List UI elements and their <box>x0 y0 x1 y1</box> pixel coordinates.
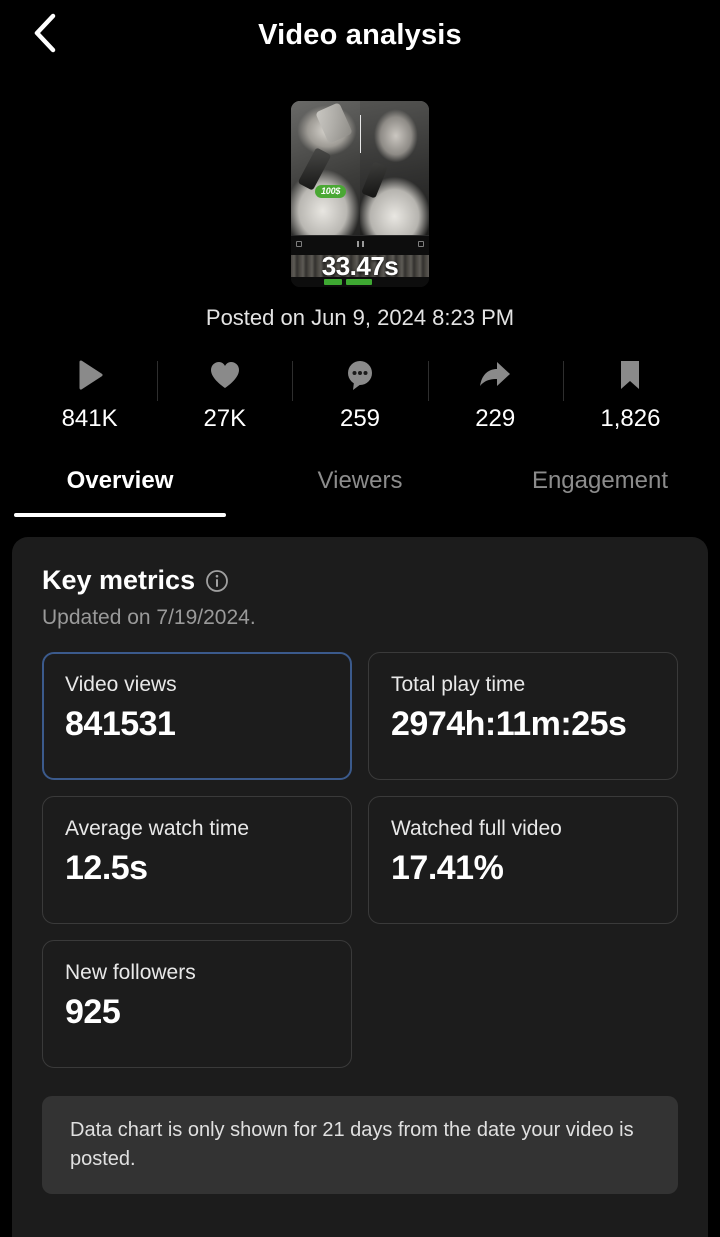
overview-panel: Key metrics Updated on 7/19/2024. Video … <box>12 537 708 1237</box>
stat-value: 259 <box>339 405 381 432</box>
metric-card-watched-full-video[interactable]: Watched full video 17.41% <box>368 796 678 924</box>
video-analysis-screen: Video analysis 100$ 33.47s Posted on Jun… <box>0 0 720 1237</box>
metric-label: Total play time <box>391 673 526 696</box>
page-title: Video analysis <box>258 18 462 51</box>
video-thumbnail-container: 100$ 33.47s <box>0 101 720 287</box>
metric-card-average-watch-time[interactable]: Average watch time 12.5s <box>42 796 352 924</box>
tab-overview[interactable]: Overview <box>0 461 240 527</box>
metric-label: Video views <box>65 673 177 696</box>
metric-label: Watched full video <box>391 817 562 840</box>
heart-icon <box>209 357 241 393</box>
stat-value: 1,826 <box>600 405 661 432</box>
chevron-left-icon <box>32 12 58 54</box>
stat-value: 841K <box>61 405 118 432</box>
metric-value: 12.5s <box>65 849 148 887</box>
metric-label: New followers <box>65 961 196 984</box>
share-icon <box>478 357 512 393</box>
play-icon <box>75 357 105 393</box>
metric-value: 2974h:11m:25s <box>391 705 627 743</box>
engagement-stats-row: 841K 27K 259 229 1,826 <box>0 357 720 433</box>
tab-label: Overview <box>66 467 174 494</box>
metric-card-new-followers[interactable]: New followers 925 <box>42 940 352 1068</box>
stat-likes[interactable]: 27K <box>157 357 292 433</box>
tab-label: Viewers <box>317 467 403 494</box>
back-button[interactable] <box>18 6 72 60</box>
updated-date: Updated on 7/19/2024. <box>42 606 256 629</box>
app-header: Video analysis <box>0 0 720 70</box>
editor-toolbar <box>291 239 429 250</box>
pause-icon <box>356 241 364 248</box>
video-thumbnail[interactable]: 100$ 33.47s <box>291 101 429 287</box>
posted-timestamp: Posted on Jun 9, 2024 8:23 PM <box>205 305 515 330</box>
video-duration: 33.47s <box>321 251 399 281</box>
thumbnail-pane-right <box>360 101 429 235</box>
price-badge: 100$ <box>315 185 347 198</box>
bookmark-icon <box>618 357 642 393</box>
metric-value: 17.41% <box>391 849 504 887</box>
metric-value: 925 <box>65 993 121 1031</box>
comment-icon <box>344 357 376 393</box>
metric-card-video-views[interactable]: Video views 841531 <box>42 652 352 780</box>
tab-label: Engagement <box>531 467 669 494</box>
metric-label: Average watch time <box>65 817 250 840</box>
key-metrics-header: Key metrics <box>42 565 678 596</box>
tab-engagement[interactable]: Engagement <box>480 461 720 527</box>
section-title: Key metrics <box>42 565 196 595</box>
metric-card-total-play-time[interactable]: Total play time 2974h:11m:25s <box>368 652 678 780</box>
stat-value: 229 <box>475 405 516 432</box>
fullscreen-icon <box>418 241 424 248</box>
analytics-tabs: Overview Viewers Engagement <box>0 461 720 527</box>
metric-cards-grid: Video views 841531 Total play time 2974h… <box>42 652 678 1068</box>
stat-comments[interactable]: 259 <box>292 357 427 433</box>
stat-saves[interactable]: 1,826 <box>562 357 698 433</box>
data-chart-note: Data chart is only shown for 21 days fro… <box>42 1096 678 1194</box>
thumbnail-pane-left <box>291 101 360 235</box>
stat-shares[interactable]: 229 <box>427 357 563 433</box>
playhead-indicator <box>360 115 361 153</box>
info-circle-icon[interactable] <box>205 569 229 593</box>
stat-plays[interactable]: 841K <box>22 357 157 433</box>
editor-icon-left <box>296 241 302 248</box>
tab-viewers[interactable]: Viewers <box>240 461 480 527</box>
stat-value: 27K <box>203 405 247 432</box>
metric-value: 841531 <box>65 705 176 743</box>
